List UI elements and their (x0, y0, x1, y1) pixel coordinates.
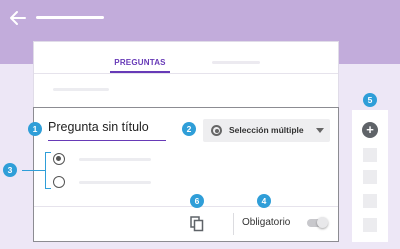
duplicate-icon[interactable] (190, 216, 204, 232)
toolbar-button-placeholder[interactable] (363, 194, 377, 208)
option-text-placeholder[interactable] (79, 181, 151, 184)
option-text-placeholder[interactable] (79, 158, 151, 161)
callout-badge-2: 2 (182, 122, 196, 136)
radio-button-icon (211, 125, 222, 136)
options-callout-tick (45, 152, 51, 153)
option-radio[interactable] (53, 176, 65, 188)
options-callout-tick (45, 188, 51, 189)
tab-questions[interactable]: PREGUNTAS (110, 58, 170, 67)
option-radio-selected[interactable] (53, 153, 65, 165)
callout-badge-6: 6 (190, 194, 204, 208)
form-title-placeholder (36, 16, 104, 19)
side-toolbar: + (352, 110, 388, 242)
toolbar-button-placeholder[interactable] (363, 218, 377, 232)
back-arrow-icon[interactable] (9, 10, 27, 26)
options-callout-bracket (45, 152, 46, 188)
add-question-icon[interactable]: + (362, 122, 378, 138)
question-type-dropdown[interactable]: Selección múltiple (203, 119, 330, 142)
toolbar-button-placeholder[interactable] (363, 148, 377, 162)
question-type-label: Selección múltiple (229, 125, 304, 135)
question-title-input[interactable]: Pregunta sin título (48, 120, 149, 134)
options-callout-line (22, 170, 45, 171)
callout-badge-4: 4 (257, 194, 271, 208)
question-footer-divider (34, 206, 338, 207)
required-toggle[interactable] (307, 217, 328, 228)
callout-badge-3: 3 (3, 163, 17, 177)
form-description-placeholder (53, 88, 109, 91)
callout-badge-1: 1 (28, 122, 42, 136)
tab-responses-placeholder[interactable] (212, 61, 260, 64)
callout-badge-5: 5 (363, 93, 377, 107)
tabs-divider (34, 73, 338, 74)
required-label: Obligatorio (242, 217, 291, 228)
dropdown-caret-icon (316, 128, 324, 133)
footer-separator (233, 213, 234, 235)
question-title-underline (48, 140, 166, 141)
toolbar-button-placeholder[interactable] (363, 170, 377, 184)
